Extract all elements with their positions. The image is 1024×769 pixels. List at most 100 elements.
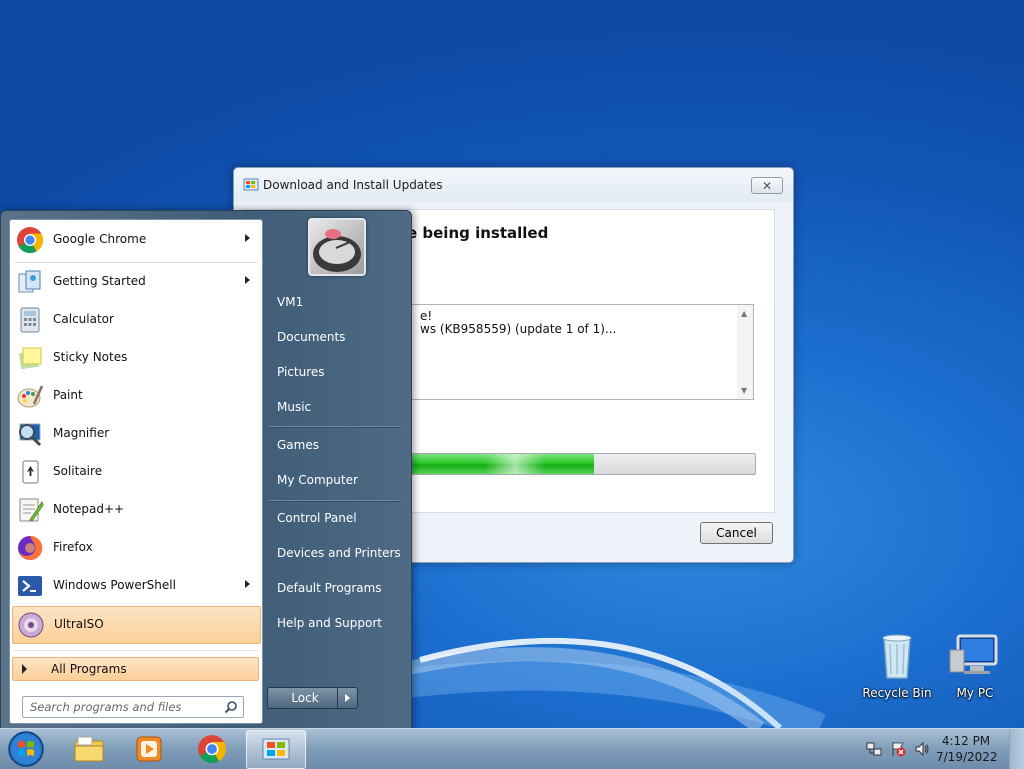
scroll-up-icon[interactable]: ▲: [741, 309, 747, 318]
start-search-box[interactable]: [22, 696, 244, 718]
cancel-button[interactable]: Cancel: [700, 522, 773, 544]
user-avatar-icon: [313, 229, 361, 272]
taskbar-windows-update[interactable]: [246, 730, 306, 769]
show-desktop-button[interactable]: [1009, 729, 1024, 769]
taskbar-chrome[interactable]: [183, 730, 241, 767]
lock-button[interactable]: Lock: [267, 687, 343, 709]
program-label: Notepad++: [53, 502, 125, 516]
program-label: Paint: [53, 388, 83, 402]
submenu-arrow-icon[interactable]: [245, 276, 250, 284]
sticky-notes-icon: [18, 347, 42, 370]
all-programs-label: All Programs: [51, 662, 127, 676]
clock-time[interactable]: 4:12 PM: [936, 734, 996, 748]
program-getting-started[interactable]: Getting Started: [12, 264, 259, 300]
dialog-close-button[interactable]: ✕: [751, 177, 783, 194]
start-right-my-computer[interactable]: My Computer: [269, 465, 403, 495]
arrow-right-icon: [22, 664, 27, 674]
dialog-heading: e being installed: [407, 224, 549, 242]
program-label: Google Chrome: [53, 232, 147, 246]
start-right-devices-and-printers[interactable]: Devices and Printers: [269, 538, 403, 568]
taskbar-media-player[interactable]: [120, 730, 178, 767]
volume-icon[interactable]: [914, 741, 930, 757]
program-ultraiso[interactable]: UltraISO: [12, 606, 261, 644]
program-calculator[interactable]: Calculator: [12, 302, 259, 338]
program-label: Calculator: [53, 312, 114, 326]
progress-fill: [412, 454, 594, 474]
paint-icon: [17, 385, 44, 408]
network-icon[interactable]: [866, 741, 882, 757]
dialog-title: Download and Install Updates: [263, 178, 443, 192]
divider: [14, 650, 258, 651]
clock-date[interactable]: 7/19/2022: [936, 750, 998, 764]
start-right-music[interactable]: Music: [269, 392, 403, 422]
program-solitaire[interactable]: Solitaire: [12, 454, 259, 490]
submenu-arrow-icon[interactable]: [245, 234, 250, 242]
firefox-icon: [18, 535, 43, 560]
file-explorer-icon: [74, 736, 104, 762]
right-item-label: Help and Support: [277, 616, 382, 630]
notepadpp-icon: [19, 498, 44, 522]
program-label: Sticky Notes: [53, 350, 128, 364]
search-icon[interactable]: [224, 700, 238, 714]
start-right-pictures[interactable]: Pictures: [269, 357, 403, 387]
right-item-label: Pictures: [277, 365, 325, 379]
program-google-chrome[interactable]: Google Chrome: [12, 222, 259, 258]
start-right-default-programs[interactable]: Default Programs: [269, 573, 403, 603]
program-sticky-notes[interactable]: Sticky Notes: [12, 340, 259, 376]
user-picture[interactable]: [308, 218, 366, 276]
chrome-icon: [17, 227, 44, 254]
dialog-titlebar[interactable]: Download and Install Updates ✕: [234, 168, 793, 202]
start-right-help-and-support[interactable]: Help and Support: [269, 608, 403, 638]
start-right-vm1[interactable]: VM1: [269, 287, 403, 317]
program-paint[interactable]: Paint: [12, 378, 259, 414]
program-magnifier[interactable]: Magnifier: [12, 416, 259, 452]
start-right-documents[interactable]: Documents: [269, 322, 403, 352]
start-right-control-panel[interactable]: Control Panel: [269, 503, 403, 533]
divider: [14, 262, 258, 263]
program-notepadpp[interactable]: Notepad++: [12, 492, 259, 528]
taskbar: 4:12 PM 7/19/2022: [0, 728, 1024, 769]
media-player-icon: [136, 736, 162, 762]
log-scrollbar[interactable]: ▲ ▼: [737, 305, 753, 399]
desktop-icon-my-pc[interactable]: My PC: [940, 632, 1010, 704]
windows-update-icon: [243, 178, 259, 191]
program-label: Getting Started: [53, 274, 146, 288]
submenu-arrow-icon[interactable]: [245, 580, 250, 588]
log-line: e!: [420, 309, 433, 323]
windows-update-icon: [262, 738, 290, 760]
right-item-label: VM1: [277, 295, 304, 309]
log-line: ws (KB958559) (update 1 of 1)...: [420, 322, 617, 336]
install-log[interactable]: e! ws (KB958559) (update 1 of 1)... ▲ ▼: [411, 304, 754, 400]
program-label: Windows PowerShell: [53, 578, 176, 592]
taskbar-file-explorer[interactable]: [60, 730, 118, 767]
program-windows-powershell[interactable]: Windows PowerShell: [12, 568, 259, 604]
desktop-icon-recycle-bin[interactable]: Recycle Bin: [862, 632, 932, 704]
search-input[interactable]: [30, 699, 215, 715]
divider: [269, 500, 401, 502]
powershell-icon: [18, 576, 42, 596]
program-firefox[interactable]: Firefox: [12, 530, 259, 566]
solitaire-icon: [22, 460, 39, 484]
program-label: Magnifier: [53, 426, 110, 440]
divider: [269, 426, 401, 428]
right-item-label: Control Panel: [277, 511, 357, 525]
install-progress-bar: [411, 453, 756, 475]
start-orb-icon[interactable]: [6, 730, 46, 768]
start-menu-programs: Google Chrome Getting Started Calculator: [9, 219, 263, 724]
power-options-arrow-button[interactable]: [337, 687, 358, 709]
scroll-down-icon[interactable]: ▼: [741, 386, 747, 395]
my-pc-icon: [949, 634, 998, 674]
close-icon: ✕: [761, 178, 773, 193]
desktop-icon-label: My PC: [956, 686, 994, 700]
ultraiso-icon: [18, 612, 44, 638]
all-programs-button[interactable]: All Programs: [12, 657, 259, 681]
action-center-icon[interactable]: [890, 741, 906, 757]
right-item-label: Default Programs: [277, 581, 382, 595]
desktop-icon-label: Recycle Bin: [862, 686, 932, 700]
start-right-games[interactable]: Games: [269, 430, 403, 460]
program-label: Firefox: [53, 540, 93, 554]
program-label: Solitaire: [53, 464, 103, 478]
getting-started-icon: [18, 270, 41, 293]
start-menu: Google Chrome Getting Started Calculator: [0, 210, 412, 730]
right-item-label: My Computer: [277, 473, 358, 487]
